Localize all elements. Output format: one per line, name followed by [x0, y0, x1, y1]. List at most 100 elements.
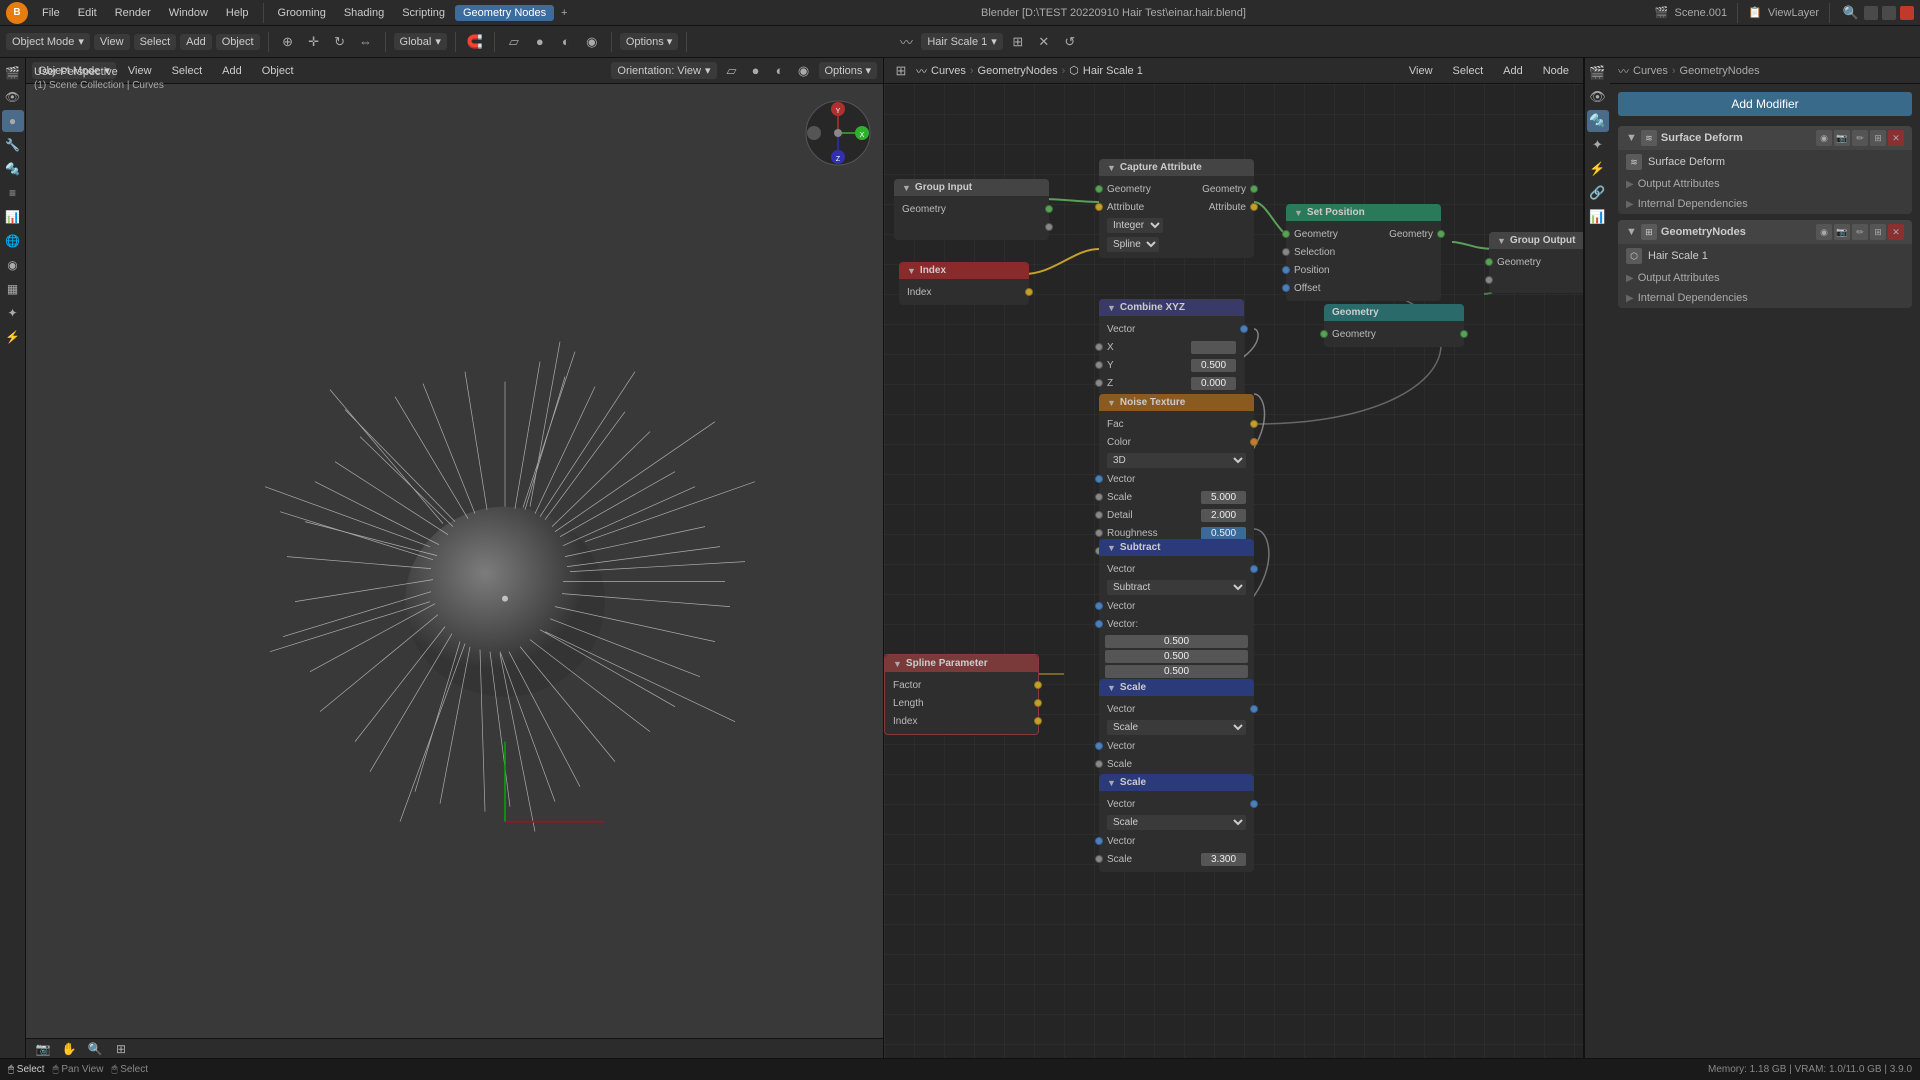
- ca-geo-in[interactable]: [1095, 185, 1103, 193]
- node-subtract[interactable]: ▼ Subtract Vector Subtract Vector: [1099, 539, 1254, 684]
- sc2-scale-in[interactable]: [1095, 855, 1103, 863]
- view-button[interactable]: View: [94, 34, 130, 50]
- ca-geo-out[interactable]: [1250, 185, 1258, 193]
- sc1-scale-in[interactable]: [1095, 760, 1103, 768]
- object-button[interactable]: Object: [216, 34, 260, 50]
- ne-node-btn[interactable]: Node: [1535, 63, 1577, 79]
- ca-domain-select[interactable]: Spline: [1107, 237, 1159, 252]
- noise-detail-input[interactable]: [1201, 509, 1246, 522]
- gn-edit-btn[interactable]: ✏: [1852, 224, 1868, 240]
- sidebar-view-icon[interactable]: 👁: [2, 86, 24, 108]
- options-dropdown[interactable]: Options ▾: [620, 33, 679, 50]
- vp-material-icon[interactable]: ◐: [769, 60, 791, 82]
- ne-select-btn[interactable]: Select: [1445, 63, 1492, 79]
- group-out-header[interactable]: ▼ Group Output: [1489, 232, 1583, 249]
- rendered-icon[interactable]: ◉: [581, 31, 603, 53]
- sidebar-physics-icon[interactable]: ⚡: [2, 326, 24, 348]
- sidebar-active-icon[interactable]: ●: [2, 110, 24, 132]
- sc1-vec-out[interactable]: [1250, 705, 1258, 713]
- cxyz-x-in[interactable]: [1095, 343, 1103, 351]
- move-tool-icon[interactable]: ✛: [303, 31, 325, 53]
- sub-vec1-in[interactable]: [1095, 602, 1103, 610]
- sp-pos-in[interactable]: [1282, 266, 1290, 274]
- sc2-vec-out[interactable]: [1250, 800, 1258, 808]
- sd-realtime-btn[interactable]: ◉: [1816, 130, 1832, 146]
- material-icon[interactable]: ◐: [555, 31, 577, 53]
- gn-realtime-btn[interactable]: ◉: [1816, 224, 1832, 240]
- sidebar-data-icon[interactable]: 📊: [2, 206, 24, 228]
- orientation-dropdown[interactable]: Global ▾: [394, 33, 447, 50]
- node-group-input[interactable]: ▼ Group Input Geometry: [894, 179, 1049, 240]
- node-scale-2[interactable]: ▼ Scale Vector Scale Vector: [1099, 774, 1254, 872]
- group-input-header[interactable]: ▼ Group Input: [894, 179, 1049, 196]
- sp-geo-out[interactable]: [1437, 230, 1445, 238]
- sc2-vec-in[interactable]: [1095, 837, 1103, 845]
- gn-duplicate-btn[interactable]: ⊞: [1870, 224, 1886, 240]
- node-editor[interactable]: ⊞ 〰 Curves › GeometryNodes › ⬡ Hair Scal…: [884, 58, 1584, 1058]
- hair-scale-dropdown[interactable]: Hair Scale 1 ▾: [921, 33, 1002, 50]
- sd-duplicate-btn[interactable]: ⊞: [1870, 130, 1886, 146]
- node-index[interactable]: ▼ Index Index: [899, 262, 1029, 305]
- vp-rendered-icon[interactable]: ◉: [793, 60, 815, 82]
- add-workspace-button[interactable]: +: [556, 5, 572, 21]
- rp-data-icon[interactable]: 📊: [1587, 206, 1609, 228]
- sp-off-in[interactable]: [1282, 284, 1290, 292]
- sidebar-texture-icon[interactable]: ▦: [2, 278, 24, 300]
- noise-scale-in[interactable]: [1095, 493, 1103, 501]
- collapse-sub-icon[interactable]: ▼: [1107, 543, 1116, 553]
- collapse-sprm-icon[interactable]: ▼: [893, 659, 902, 669]
- subtract-header[interactable]: ▼ Subtract: [1099, 539, 1254, 556]
- snap-icon[interactable]: 🧲: [464, 31, 486, 53]
- workspace-geometry-nodes[interactable]: Geometry Nodes: [455, 5, 554, 21]
- rp-modifier-icon[interactable]: 🔩: [1587, 110, 1609, 132]
- geometry-output-socket[interactable]: [1045, 205, 1053, 213]
- sc2-op-select[interactable]: Scale: [1107, 815, 1246, 830]
- sd-render-btn[interactable]: 📷: [1834, 130, 1850, 146]
- combine-xyz-header[interactable]: ▼ Combine XYZ: [1099, 299, 1244, 316]
- node-capture-attribute[interactable]: ▼ Capture Attribute Geometry Geometry At…: [1099, 159, 1254, 258]
- gn-collapse-icon[interactable]: ▼: [1626, 226, 1637, 238]
- cxyz-z-in[interactable]: [1095, 379, 1103, 387]
- rp-physics-icon[interactable]: ⚡: [1587, 158, 1609, 180]
- go-geo-in[interactable]: [1485, 258, 1493, 266]
- sidebar-properties-icon[interactable]: ≡: [2, 182, 24, 204]
- scale1-header[interactable]: ▼ Scale: [1099, 679, 1254, 696]
- workspace-shading[interactable]: Shading: [336, 5, 392, 21]
- collapse-cxyz-icon[interactable]: ▼: [1107, 303, 1116, 313]
- vp-add-btn[interactable]: Add: [214, 63, 250, 79]
- search-icon[interactable]: 🔍: [1840, 2, 1862, 24]
- noise-vec-in[interactable]: [1095, 475, 1103, 483]
- noise-roughness-in[interactable]: [1095, 529, 1103, 537]
- vp-wireframe-icon[interactable]: ▱: [721, 60, 743, 82]
- cxyz-z-input[interactable]: [1191, 377, 1236, 390]
- sp-factor-out[interactable]: [1034, 681, 1042, 689]
- cxyz-vec-out[interactable]: [1240, 325, 1248, 333]
- scale2-header[interactable]: ▼ Scale: [1099, 774, 1254, 791]
- sp-index-out[interactable]: [1034, 717, 1042, 725]
- gn-output-attrs-row[interactable]: ▶ Output Attributes: [1618, 268, 1912, 288]
- navigation-gizmo[interactable]: Y X Z: [803, 98, 873, 168]
- hair-close-icon[interactable]: ✕: [1033, 31, 1055, 53]
- sc2-scale-input[interactable]: [1201, 853, 1246, 866]
- noise-color-out[interactable]: [1250, 438, 1258, 446]
- vp-bottom-icon2[interactable]: ✋: [58, 1038, 80, 1059]
- object-mode-dropdown[interactable]: Object Mode ▾: [6, 33, 90, 50]
- workspace-grooming[interactable]: Grooming: [270, 5, 334, 21]
- rp-scene-icon[interactable]: 🎬: [1587, 62, 1609, 84]
- noise-header[interactable]: ▼ Noise Texture: [1099, 394, 1254, 411]
- collapse-nt-icon[interactable]: ▼: [1107, 398, 1116, 408]
- capture-attr-header[interactable]: ▼ Capture Attribute: [1099, 159, 1254, 176]
- add-button[interactable]: Add: [180, 34, 212, 50]
- gn-internal-deps-row[interactable]: ▶ Internal Dependencies: [1618, 288, 1912, 308]
- solid-icon[interactable]: ●: [529, 31, 551, 53]
- sub-op-select[interactable]: Subtract: [1107, 580, 1246, 595]
- sidebar-modifier-icon[interactable]: 🔩: [2, 158, 24, 180]
- cxyz-x-input[interactable]: [1191, 341, 1236, 354]
- maximize-button[interactable]: [1882, 6, 1896, 20]
- ca-attr-out[interactable]: [1250, 203, 1258, 211]
- vp-bottom-icon1[interactable]: 📷: [32, 1038, 54, 1059]
- collapse-idx-icon[interactable]: ▼: [907, 266, 916, 276]
- sd-delete-btn[interactable]: ✕: [1888, 130, 1904, 146]
- sidebar-scene-icon[interactable]: 🎬: [2, 62, 24, 84]
- gn-render-btn[interactable]: 📷: [1834, 224, 1850, 240]
